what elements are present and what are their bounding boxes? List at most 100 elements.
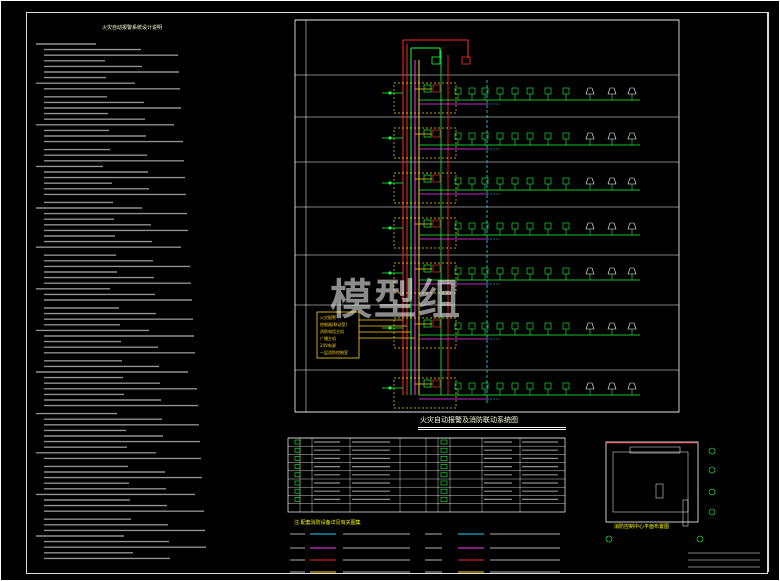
io-module (432, 174, 441, 183)
sounder-icon (607, 382, 617, 390)
watermark: 模型组 (330, 275, 463, 324)
detector-icon (544, 322, 552, 330)
detector-icon (496, 132, 504, 140)
sounder-icon (607, 322, 617, 330)
sounder-icon (627, 177, 637, 185)
detector-icon (511, 132, 519, 140)
legend-symbol (440, 497, 448, 502)
sounder-icon (585, 87, 595, 95)
feeder-node (388, 226, 392, 230)
legend-symbol (440, 464, 448, 469)
roof-fan-module (461, 56, 471, 65)
detector-icon (511, 177, 519, 185)
sounder-icon (607, 267, 617, 275)
io-module (432, 379, 441, 388)
sounder-icon (607, 177, 617, 185)
detector-icon (526, 132, 534, 140)
legend-symbol (294, 472, 301, 478)
floor-row (382, 377, 640, 409)
detector-icon (526, 267, 534, 275)
detector-icon (496, 322, 504, 330)
sounder-icon (585, 222, 595, 230)
control-center-plan-title: 消防控制中心平面布置图 (614, 524, 670, 530)
feeder-node (388, 181, 392, 185)
floor-row (382, 127, 640, 159)
plan-console (655, 483, 664, 499)
main-diagram-title: 火灾自动报警及消防联动系统图 (420, 416, 518, 424)
io-module (432, 84, 441, 93)
floor-rows (382, 82, 640, 409)
notes-text-lines (36, 43, 206, 560)
sounder-icon (627, 222, 637, 230)
detector-icon (544, 177, 552, 185)
legend-grid (288, 437, 565, 512)
plan-axis-marker-5 (605, 535, 613, 543)
feeder-node (388, 386, 392, 390)
roof-run-green (411, 47, 441, 58)
detector-icon (496, 382, 504, 390)
roof-module (431, 56, 441, 65)
floor-row (382, 172, 640, 204)
detector-icon (526, 177, 534, 185)
sounder-icon (585, 382, 595, 390)
plan-axis-marker-6 (696, 535, 704, 543)
detector-icon (544, 87, 552, 95)
detector-icon (544, 222, 552, 230)
sounder-icon (627, 132, 637, 140)
legend-symbol (294, 488, 301, 494)
plan-axis-marker-3 (708, 488, 716, 496)
control-box-line: 24V电源 (320, 342, 336, 348)
detector-icon (526, 87, 534, 95)
plan-axis-marker-4 (708, 508, 716, 516)
floor-row (382, 82, 640, 114)
plan-axis-marker-1 (708, 447, 716, 455)
detector-icon (526, 322, 534, 330)
detector-icon (562, 177, 570, 185)
detector-icon (496, 267, 504, 275)
detector-icon (511, 322, 519, 330)
detector-icon (562, 267, 570, 275)
detector-icon (544, 382, 552, 390)
detector-icon (468, 382, 476, 390)
legend-symbol (294, 464, 301, 469)
legend-symbol (294, 480, 301, 486)
legend-symbol (294, 447, 301, 453)
legend-symbol (294, 497, 301, 502)
sounder-icon (585, 267, 595, 275)
detector-icon (511, 222, 519, 230)
legend-symbol (294, 456, 301, 461)
legend-symbol (440, 472, 448, 478)
legend-symbol (440, 488, 448, 494)
legend-symbol (440, 447, 448, 453)
sounder-icon (585, 322, 595, 330)
detector-icon (562, 87, 570, 95)
control-module (423, 174, 432, 183)
sounder-icon (585, 132, 595, 140)
io-module (432, 129, 441, 138)
detector-icon (468, 322, 476, 330)
control-center-plan (605, 441, 699, 523)
detector-icon (562, 132, 570, 140)
legend-symbol (440, 456, 448, 461)
detector-icon (468, 177, 476, 185)
sounder-icon (627, 322, 637, 330)
feeder-node (388, 136, 392, 140)
feeder-node (388, 91, 392, 95)
legend-symbol (440, 439, 448, 445)
detector-icon (511, 87, 519, 95)
sounder-icon (627, 267, 637, 275)
sounder-icon (627, 382, 637, 390)
detector-icon (496, 177, 504, 185)
plan-axis-marker-2 (708, 466, 716, 474)
sounder-icon (607, 132, 617, 140)
control-box-line: 一层消防控制室 (320, 349, 348, 355)
sounder-icon (607, 222, 617, 230)
detector-icon (468, 87, 476, 95)
detector-icon (562, 382, 570, 390)
detector-icon (468, 222, 476, 230)
detector-icon (511, 382, 519, 390)
control-module (423, 219, 432, 228)
roof-run-red (403, 39, 469, 58)
plan-room (612, 451, 689, 513)
detector-icon (562, 222, 570, 230)
